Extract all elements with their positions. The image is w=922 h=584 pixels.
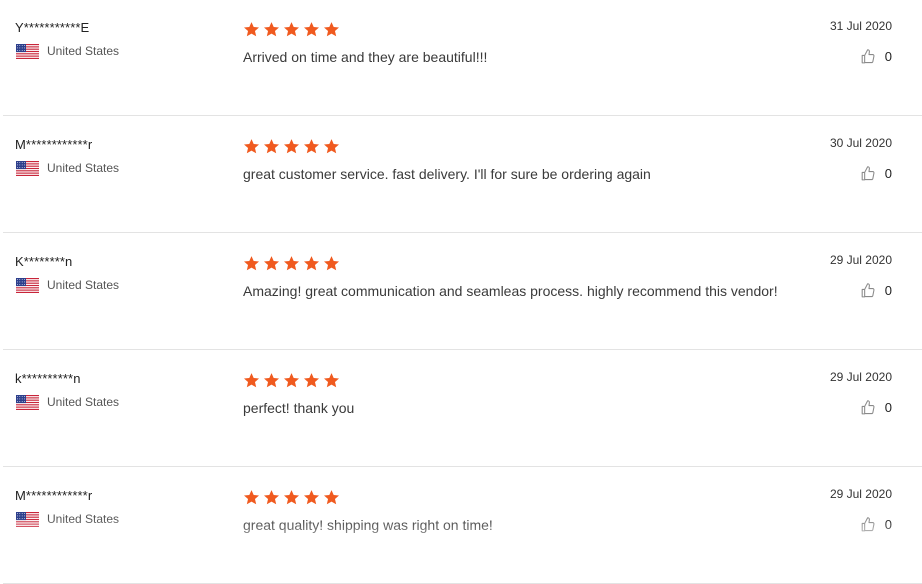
star-rating [243,255,340,272]
star-icon [303,256,320,271]
buyer-country: United States [47,395,120,409]
thumbs-up-icon[interactable] [859,399,876,416]
star-rating [243,489,340,506]
star-icon [283,490,300,505]
star-icon [303,373,320,388]
review-text: great customer service. fast delivery. I… [243,166,651,182]
star-icon [283,139,300,154]
star-icon [323,373,340,388]
star-icon [323,139,340,154]
star-icon [263,256,280,271]
buyer-country: United States [47,512,120,526]
buyer-name: k**********n [15,371,81,386]
review-item: K********n United States Amazing! great co… [3,234,922,350]
star-icon [283,373,300,388]
thumbs-up-icon[interactable] [859,165,876,182]
thumbs-up-icon[interactable] [859,48,876,65]
thumbs-up-icon[interactable] [859,516,876,533]
review-date: 30 Jul 2020 [829,136,892,150]
review-item: k**********n United States perfect! thank … [3,351,922,467]
like-button[interactable]: 0 [859,165,892,182]
like-count: 0 [884,517,892,532]
like-button[interactable]: 0 [859,399,892,416]
buyer-country: United States [47,278,120,292]
buyer-name: K********n [15,254,73,269]
review-item: M************r United States great quality… [3,468,922,584]
star-icon [243,256,260,271]
star-rating [243,372,340,389]
buyer-name: M************r [15,137,93,152]
star-icon [303,22,320,37]
buyer-country: United States [47,161,120,175]
star-rating [243,21,340,38]
star-icon [243,139,260,154]
like-count: 0 [884,166,892,181]
review-item: Y***********E United States Arrived on tim… [3,0,922,116]
star-icon [303,139,320,154]
review-text: perfect! thank you [243,400,355,416]
review-date: 29 Jul 2020 [829,253,892,267]
star-icon [263,22,280,37]
us-flag-icon [16,44,39,59]
review-text: Amazing! great communication and seamlea… [243,283,778,299]
buyer-name: M************r [15,488,93,503]
review-text: great quality! shipping was right on tim… [243,517,493,533]
star-icon [323,22,340,37]
review-item: M************r United States great custome… [3,117,922,233]
like-button[interactable]: 0 [859,282,892,299]
star-icon [303,490,320,505]
like-button[interactable]: 0 [859,516,892,533]
star-icon [243,490,260,505]
star-icon [243,373,260,388]
like-button[interactable]: 0 [859,48,892,65]
star-icon [263,490,280,505]
buyer-country: United States [47,44,120,58]
star-icon [323,256,340,271]
review-date: 29 Jul 2020 [829,370,892,384]
us-flag-icon [16,395,39,410]
star-icon [263,373,280,388]
star-icon [283,256,300,271]
review-text: Arrived on time and they are beautiful!!… [243,49,488,65]
thumbs-up-icon[interactable] [859,282,876,299]
review-date: 31 Jul 2020 [829,19,892,33]
review-date: 29 Jul 2020 [829,487,892,501]
like-count: 0 [884,400,892,415]
us-flag-icon [16,512,39,527]
star-icon [243,22,260,37]
buyer-name: Y***********E [15,20,90,35]
star-icon [263,139,280,154]
like-count: 0 [884,49,892,64]
like-count: 0 [884,283,892,298]
star-icon [323,490,340,505]
star-rating [243,138,340,155]
us-flag-icon [16,278,39,293]
star-icon [283,22,300,37]
us-flag-icon [16,161,39,176]
